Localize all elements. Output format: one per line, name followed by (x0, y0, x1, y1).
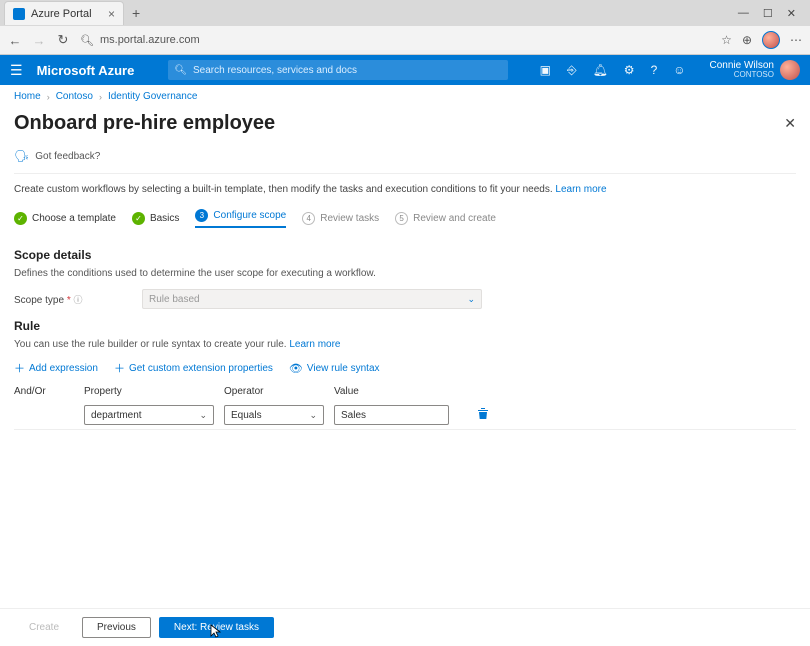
step-number-icon: 3 (195, 209, 208, 222)
profile-avatar-icon[interactable] (762, 31, 780, 49)
property-select[interactable]: department ⌄ (84, 405, 214, 425)
get-custom-props-button[interactable]: ＋ Get custom extension properties (114, 360, 273, 376)
scope-desc: Defines the conditions used to determine… (14, 268, 796, 279)
azure-top-bar: ☰ Microsoft Azure 🔍︎ ▣ ⎆ 🔔︎ ⚙ ? ☺ Connie… (0, 55, 810, 85)
rule-table: And/Or Property Operator Value departmen… (14, 386, 796, 430)
create-button: Create (14, 617, 74, 638)
forward-button[interactable]: → (32, 33, 46, 48)
close-panel-button[interactable]: ✕ (784, 115, 796, 132)
trash-icon (477, 407, 489, 420)
rule-row: department ⌄ Equals ⌄ Sales (14, 401, 796, 430)
global-search[interactable]: 🔍︎ (168, 60, 508, 80)
step-number-icon: 5 (395, 212, 408, 225)
close-tab-icon[interactable]: × (108, 7, 115, 21)
learn-more-link[interactable]: Learn more (555, 184, 606, 195)
feedback-label: Got feedback? (35, 151, 100, 162)
delete-row-button[interactable] (477, 407, 489, 423)
step-number-icon: 4 (302, 212, 315, 225)
feedback-icon[interactable]: ☺ (673, 63, 685, 77)
step-basics[interactable]: ✓ Basics (132, 212, 179, 225)
chevron-down-icon: ⌄ (467, 294, 475, 305)
add-expression-button[interactable]: ＋ Add expression (14, 360, 98, 376)
chevron-right-icon: › (47, 92, 50, 102)
next-button[interactable]: Next: Review tasks (159, 617, 274, 638)
more-icon[interactable]: ⋯ (790, 33, 802, 47)
head-value: Value (334, 386, 449, 397)
window-controls: — ☐ ✕ (728, 7, 806, 20)
scope-title: Scope details (14, 248, 796, 262)
head-andor: And/Or (14, 386, 74, 397)
search-input[interactable] (193, 65, 502, 76)
previous-button[interactable]: Previous (82, 617, 151, 638)
close-window-button[interactable]: ✕ (787, 7, 796, 20)
help-icon[interactable]: ? (651, 63, 658, 77)
breadcrumb: Home › Contoso › Identity Governance (0, 85, 810, 108)
collections-icon[interactable]: ⊕ (742, 33, 752, 47)
user-avatar-icon (780, 60, 800, 80)
scope-type-label: Scope type * ⓘ (14, 293, 134, 306)
search-icon: 🔍︎ (174, 65, 187, 76)
operator-select[interactable]: Equals ⌄ (224, 405, 324, 425)
azure-favicon-icon (13, 8, 25, 20)
value-input[interactable]: Sales (334, 405, 449, 425)
settings-icon[interactable]: ⚙ (624, 63, 635, 77)
rule-desc: You can use the rule builder or rule syn… (14, 339, 796, 350)
intro-text: Create custom workflows by selecting a b… (14, 184, 796, 195)
chevron-down-icon: ⌄ (309, 410, 317, 421)
rule-title: Rule (14, 319, 796, 333)
wizard-steps: ✓ Choose a template ✓ Basics 3 Configure… (14, 209, 796, 228)
head-operator: Operator (224, 386, 324, 397)
rule-learn-more-link[interactable]: Learn more (289, 339, 340, 350)
minimize-button[interactable]: — (738, 7, 749, 20)
new-tab-button[interactable]: + (124, 5, 148, 21)
tab-title: Azure Portal (31, 8, 92, 20)
chevron-right-icon: › (99, 92, 102, 102)
breadcrumb-home[interactable]: Home (14, 91, 41, 102)
wizard-footer: Create Previous Next: Review tasks (0, 608, 810, 646)
step-review-create: 5 Review and create (395, 212, 496, 225)
brand[interactable]: Microsoft Azure (37, 63, 135, 78)
notifications-icon[interactable]: 🔔︎ (593, 63, 608, 77)
browser-tab[interactable]: Azure Portal × (4, 1, 124, 25)
checkmark-icon: ✓ (14, 212, 27, 225)
plus-icon: ＋ (14, 360, 25, 376)
directory-icon[interactable]: ⎆ (567, 63, 577, 78)
eye-icon: 👁 (289, 362, 303, 375)
back-button[interactable]: ← (8, 33, 22, 48)
head-property: Property (84, 386, 214, 397)
page-title: Onboard pre-hire employee (14, 112, 275, 135)
chevron-down-icon: ⌄ (199, 410, 207, 421)
browser-nav-bar: ← → ↻ 🔍︎ ms.portal.azure.com ☆ ⊕ ⋯ (0, 26, 810, 54)
person-feedback-icon: 🗣 (14, 149, 29, 163)
url-text: ms.portal.azure.com (100, 34, 200, 46)
scope-type-select: Rule based ⌄ (142, 289, 482, 309)
menu-icon[interactable]: ☰ (10, 62, 23, 79)
breadcrumb-tenant[interactable]: Contoso (56, 91, 93, 102)
favorite-icon[interactable]: ☆ (721, 33, 732, 47)
plus-icon: ＋ (114, 360, 125, 376)
breadcrumb-area[interactable]: Identity Governance (108, 91, 198, 102)
feedback-link[interactable]: 🗣 Got feedback? (14, 143, 796, 174)
step-review-tasks: 4 Review tasks (302, 212, 379, 225)
checkmark-icon: ✓ (132, 212, 145, 225)
search-icon: 🔍︎ (80, 34, 94, 47)
view-rule-syntax-button[interactable]: 👁 View rule syntax (289, 360, 380, 376)
info-icon[interactable]: ⓘ (74, 295, 83, 305)
refresh-button[interactable]: ↻ (56, 32, 70, 48)
address-bar[interactable]: 🔍︎ ms.portal.azure.com (80, 34, 711, 47)
step-template[interactable]: ✓ Choose a template (14, 212, 116, 225)
maximize-button[interactable]: ☐ (763, 7, 773, 20)
user-tenant: CONTOSO (710, 71, 774, 79)
browser-tab-bar: Azure Portal × + — ☐ ✕ (0, 0, 810, 26)
user-menu[interactable]: Connie Wilson CONTOSO (710, 60, 800, 80)
cloud-shell-icon[interactable]: ▣ (540, 63, 551, 77)
step-scope[interactable]: 3 Configure scope (195, 209, 286, 228)
